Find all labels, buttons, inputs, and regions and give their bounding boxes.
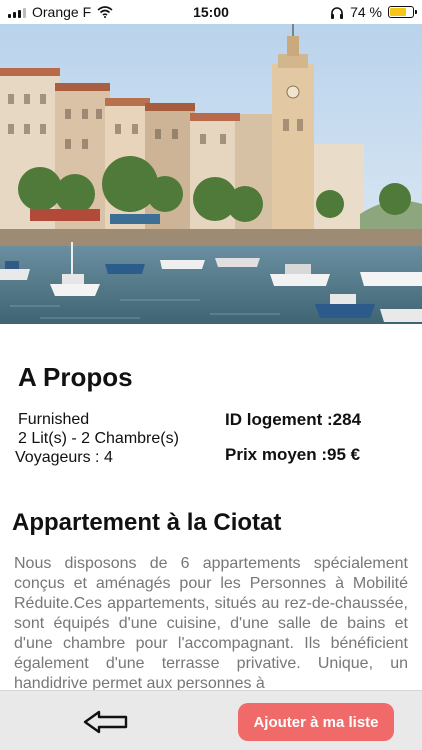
property-ids: ID logement :284 Prix moyen :95 € xyxy=(225,410,361,464)
back-button[interactable] xyxy=(82,709,130,735)
travelers-text: Voyageurs : 4 xyxy=(15,449,113,466)
battery-percent: 74 % xyxy=(350,4,382,20)
battery-icon xyxy=(388,6,417,18)
status-right: 74 % xyxy=(330,4,417,20)
housing-id: ID logement :284 xyxy=(225,410,362,429)
property-features: Furnished 2 Lit(s) - 2 Chambre(s) Voyage… xyxy=(15,410,179,467)
bottom-bar: Ajouter à ma liste xyxy=(0,690,422,750)
status-bar: Orange F 15:00 74 % xyxy=(0,0,422,24)
back-arrow-icon xyxy=(83,710,128,734)
add-to-list-button[interactable]: Ajouter à ma liste xyxy=(238,703,394,741)
furnished-text: Furnished xyxy=(18,411,90,428)
battery-level-fill xyxy=(390,8,407,16)
average-price: Prix moyen :95 € xyxy=(225,445,361,464)
rooms-text: 2 Lit(s) - 2 Chambre(s) xyxy=(18,430,179,447)
about-title: A Propos xyxy=(18,362,133,392)
content-area: A Propos Furnished 2 Lit(s) - 2 Chambre(… xyxy=(0,324,422,690)
harbour-photo xyxy=(0,24,422,324)
listing-title: Appartement à la Ciotat xyxy=(12,509,282,536)
hero-image xyxy=(0,24,422,324)
headphones-icon xyxy=(331,6,344,19)
listing-description: Nous disposons de 6 appartements spécial… xyxy=(14,555,408,690)
